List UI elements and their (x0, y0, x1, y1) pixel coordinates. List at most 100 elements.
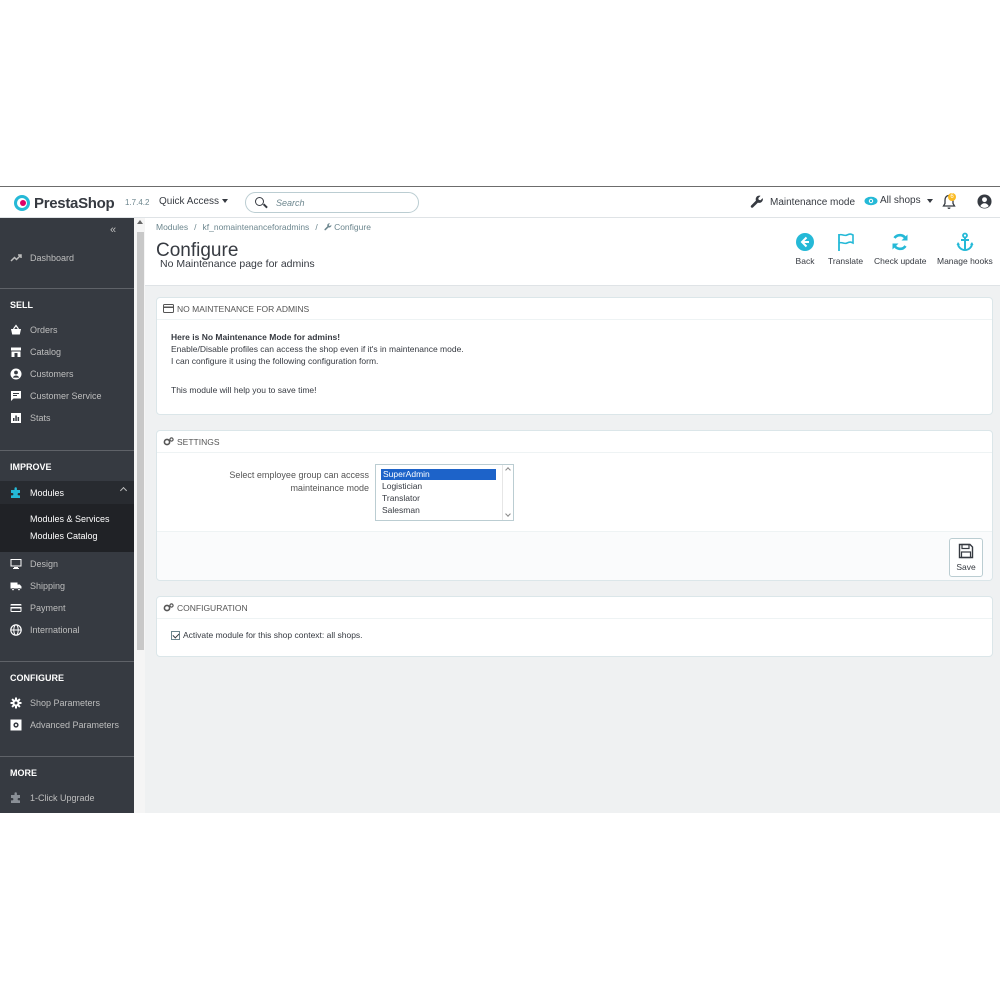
translate-button[interactable]: Translate (828, 232, 863, 266)
search-box[interactable] (245, 192, 419, 213)
sidebar-item-design[interactable]: Design (0, 554, 134, 574)
manage-hooks-button-label: Manage hooks (937, 256, 993, 266)
refresh-icon (892, 233, 908, 251)
sidebar-item-1-click-upgrade[interactable]: 1-Click Upgrade (0, 788, 134, 808)
sidebar-item-dashboard[interactable]: Dashboard (0, 248, 134, 268)
info-panel-body: Here is No Maintenance Mode for admins! … (157, 320, 992, 396)
employee-group-label: Select employee group can access maintei… (207, 469, 369, 495)
cogs-icon (163, 603, 174, 612)
breadcrumb: Modules / kf_nomaintenanceforadmins / Co… (156, 222, 371, 232)
section-title-improve: IMPROVE (10, 462, 52, 472)
breadcrumb-modules[interactable]: Modules (156, 222, 188, 232)
scroll-up-arrow-icon[interactable] (137, 220, 143, 224)
activate-module-checkbox[interactable] (171, 630, 180, 640)
section-title-configure: CONFIGURE (10, 673, 64, 683)
sidebar-item-orders[interactable]: Orders (0, 320, 134, 340)
page-scrollbar-thumb[interactable] (137, 232, 144, 650)
search-input[interactable] (276, 196, 406, 209)
sidebar-item-label: 1-Click Upgrade (30, 793, 95, 803)
quick-access-dropdown[interactable]: Quick Access (159, 196, 229, 207)
info-line-1: Enable/Disable profiles can access the s… (171, 344, 464, 354)
breadcrumb-separator: / (315, 222, 318, 232)
search-icon (255, 197, 264, 206)
save-button-label: Save (956, 562, 976, 572)
chevron-up-icon[interactable] (505, 467, 511, 473)
sidebar-item-catalog[interactable]: Catalog (0, 342, 134, 362)
gear-icon (10, 697, 22, 709)
store-icon (11, 347, 21, 357)
back-button[interactable]: Back (795, 232, 815, 266)
sidebar-item-label: Dashboard (30, 253, 75, 263)
settings-box-icon (10, 719, 22, 731)
modules-submenu: Modules & Services Modules Catalog (0, 504, 134, 552)
puzzle-icon (11, 486, 20, 498)
sidebar-item-international[interactable]: International (0, 620, 134, 640)
option-logistician[interactable]: Logistician (382, 481, 422, 491)
puffin-logo-icon (14, 195, 30, 211)
sidebar-item-customer-service[interactable]: Customer Service (0, 386, 134, 406)
configuration-panel-title: CONFIGURATION (177, 602, 248, 613)
section-title-sell: SELL (10, 300, 34, 310)
quick-access-label: Quick Access (159, 196, 220, 207)
sidebar-item-payment[interactable]: Payment (0, 598, 134, 618)
section-title-more: MORE (10, 768, 37, 778)
trending-up-icon (10, 254, 22, 262)
caret-down-icon (926, 198, 933, 203)
employee-group-select[interactable]: SuperAdmin Logistician Translator Salesm… (375, 464, 514, 521)
back-button-label: Back (795, 256, 815, 266)
account-circle-icon (10, 368, 22, 380)
option-salesman[interactable]: Salesman (382, 505, 420, 515)
breadcrumb-separator: / (194, 222, 197, 232)
credit-card-icon (163, 304, 174, 313)
puzzle-icon (11, 792, 20, 803)
sidebar-item-label: Customers (30, 369, 74, 379)
option-superadmin[interactable]: SuperAdmin (381, 469, 496, 480)
settings-panel-title: SETTINGS (177, 436, 220, 447)
sidebar-item-label: Payment (30, 603, 66, 613)
arrow-left-circle-icon (796, 233, 814, 251)
maintenance-mode-link[interactable]: Maintenance mode (750, 195, 855, 209)
sidebar-item-shop-parameters[interactable]: Shop Parameters (0, 693, 134, 713)
settings-panel-header: SETTINGS (157, 431, 992, 453)
submenu-item-modules-catalog[interactable]: Modules Catalog (30, 531, 98, 541)
manage-hooks-button[interactable]: Manage hooks (937, 232, 993, 266)
collapse-sidebar-icon[interactable]: « (110, 224, 116, 236)
sidebar-item-label: Advanced Parameters (30, 720, 120, 730)
prestashop-logo[interactable]: PrestaShop (14, 193, 115, 213)
caret-down-icon (222, 199, 229, 204)
breadcrumb-module-name[interactable]: kf_nomaintenanceforadmins (203, 222, 310, 232)
top-header: PrestaShop 1.7.4.2 Quick Access Maintena… (0, 187, 1000, 218)
sidebar-item-shipping[interactable]: Shipping (0, 576, 134, 596)
sidebar-item-label: Design (30, 559, 59, 569)
activate-module-checkbox-row[interactable]: Activate module for this shop context: a… (171, 630, 363, 640)
info-line-2: I can configure it using the following c… (171, 356, 379, 366)
sidebar-divider (0, 661, 134, 662)
sidebar-item-label: Shipping (30, 581, 66, 591)
floppy-disk-icon (958, 543, 974, 559)
all-shops-dropdown[interactable]: All shops (864, 195, 933, 206)
chevron-down-icon[interactable] (505, 511, 511, 517)
user-avatar-icon[interactable] (977, 194, 992, 209)
check-update-button[interactable]: Check update (874, 232, 926, 266)
credit-card-icon (10, 604, 22, 612)
maintenance-mode-label: Maintenance mode (770, 196, 856, 208)
info-line-3: This module will help you to save time! (171, 385, 317, 395)
globe-icon (10, 624, 22, 636)
app-window: PrestaShop 1.7.4.2 Quick Access Maintena… (0, 186, 1000, 813)
notification-badge: 6 (948, 193, 956, 201)
sidebar-item-stats[interactable]: Stats (0, 408, 134, 428)
check-update-button-label: Check update (874, 256, 927, 266)
submenu-item-modules-services[interactable]: Modules & Services (30, 514, 110, 524)
option-translator[interactable]: Translator (382, 493, 420, 503)
flag-icon (837, 233, 854, 251)
page-subtitle: No Maintenance page for admins (160, 258, 315, 270)
sidebar-item-customers[interactable]: Customers (0, 364, 134, 384)
anchor-icon (956, 232, 974, 252)
sidebar-item-modules[interactable]: Modules (0, 481, 134, 504)
info-heading: Here is No Maintenance Mode for admins! (171, 332, 341, 342)
chat-icon (11, 391, 21, 401)
sidebar-item-advanced-parameters[interactable]: Advanced Parameters (0, 715, 134, 735)
save-button[interactable]: Save (949, 538, 983, 577)
listbox-scrollbar[interactable] (502, 465, 513, 520)
shopping-basket-icon (11, 324, 21, 335)
